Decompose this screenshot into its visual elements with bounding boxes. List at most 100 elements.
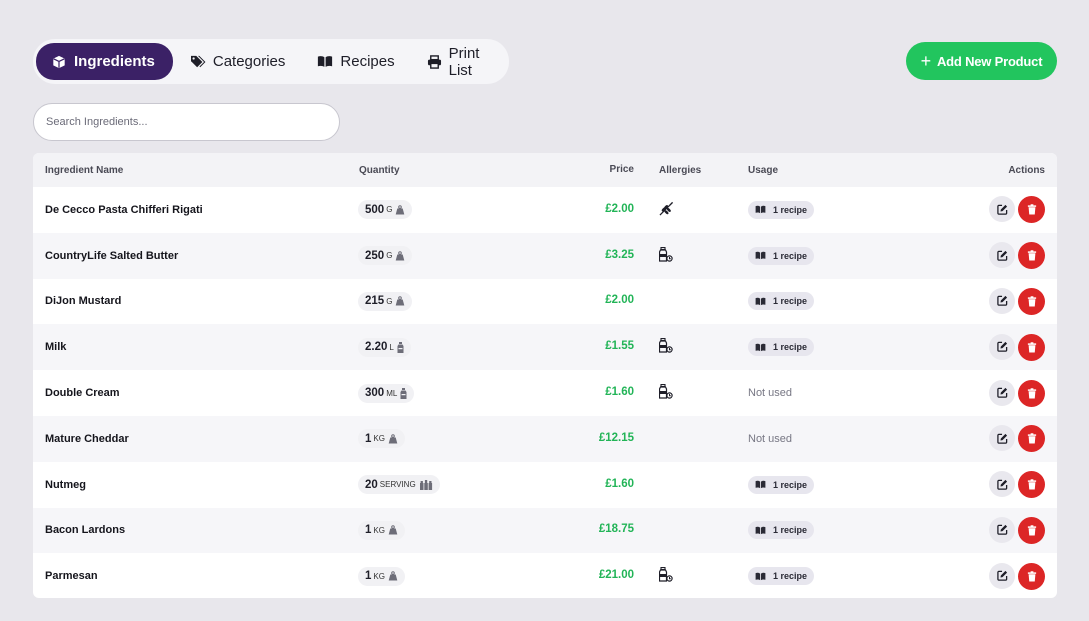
delete-button[interactable] (1018, 425, 1045, 453)
quantity-unit: G (386, 296, 393, 306)
book-icon (755, 480, 766, 489)
usage-badge: 1 recipe (748, 292, 815, 311)
weight-icon (388, 434, 398, 444)
usage-text: 1 recipe (773, 342, 808, 353)
add-button-label: Add New Product (936, 53, 1043, 69)
ingredient-name: Mature Cheddar (45, 432, 129, 445)
edit-button[interactable] (989, 196, 1015, 223)
ingredient-name: Double Cream (45, 387, 120, 400)
usage-text: 1 recipe (773, 296, 808, 307)
tab-categories[interactable]: Categories (174, 43, 302, 80)
trash-icon (1027, 296, 1037, 307)
price-value: £2.00 (605, 202, 634, 215)
table-row: De Cecco Pasta Chifferi Rigati 500 G £2.… (33, 187, 1057, 233)
weight-icon (395, 205, 405, 215)
usage-badge: 1 recipe (748, 475, 815, 494)
book-icon (755, 526, 766, 535)
add-new-product-button[interactable]: + Add New Product (906, 42, 1057, 80)
quantity-value: 500 (365, 203, 385, 216)
edit-icon (996, 387, 1008, 398)
edit-button[interactable] (989, 471, 1015, 498)
allergy-cell (634, 338, 748, 356)
quantity-cell: 2.20 L (346, 337, 634, 357)
usage-cell: 1 recipe (748, 246, 948, 265)
milk-bottle-icon (659, 567, 673, 582)
usage-cell: 1 recipe (748, 475, 948, 494)
edit-button[interactable] (989, 242, 1015, 269)
usage-cell: 1 recipe (748, 200, 948, 219)
book-icon (317, 54, 333, 70)
header-usage: Usage (748, 164, 779, 176)
actions-cell (948, 196, 1057, 224)
edit-button[interactable] (989, 333, 1015, 360)
quantity-badge: 1 KG (358, 566, 405, 586)
edit-icon (996, 250, 1008, 261)
edit-icon (996, 341, 1008, 353)
allergy-cell (634, 567, 748, 585)
edit-button[interactable] (989, 379, 1015, 406)
search-input[interactable] (33, 103, 340, 141)
delete-button[interactable] (1018, 516, 1045, 544)
trash-icon (1027, 571, 1037, 582)
tab-recipes[interactable]: Recipes (301, 43, 410, 80)
edit-button[interactable] (989, 562, 1015, 589)
edit-icon (996, 524, 1008, 536)
quantity-badge: 1 KG (358, 520, 405, 540)
book-icon (755, 297, 766, 306)
allergy-cell (634, 246, 748, 265)
quantity-badge: 2.20 L (358, 337, 411, 357)
price-value: £2.00 (605, 294, 634, 307)
milk-bottle-icon (659, 384, 673, 399)
delete-button[interactable] (1018, 562, 1045, 590)
table-row: CountryLife Salted Butter 250 G £3.25 1 … (33, 232, 1057, 279)
quantity-cell: 215 G (346, 291, 634, 311)
ingredient-name: DiJon Mustard (45, 295, 122, 308)
book-icon (755, 572, 766, 581)
quantity-cell: 1 KG (346, 566, 634, 586)
quantity-unit: L (389, 342, 394, 352)
table-row: Bacon Lardons 1 KG £18.75 1 recipe (33, 507, 1057, 554)
ingredient-name: CountryLife Salted Butter (45, 249, 179, 262)
price-value: £1.60 (605, 386, 634, 399)
trash-icon (1027, 479, 1037, 490)
delete-button[interactable] (1018, 333, 1045, 361)
delete-button[interactable] (1018, 287, 1045, 315)
delete-button[interactable] (1018, 379, 1045, 407)
quantity-value: 2.20 (365, 341, 388, 354)
delete-button[interactable] (1018, 242, 1045, 270)
tab-print-list[interactable]: Print List (411, 43, 506, 80)
price-value: £18.75 (598, 523, 634, 536)
quantity-badge: 20 SERVING (358, 475, 440, 495)
tab-ingredients[interactable]: Ingredients (36, 43, 173, 80)
edit-button[interactable] (989, 516, 1015, 543)
quantity-badge: 250 G (358, 246, 413, 266)
actions-cell (948, 287, 1057, 315)
trash-icon (1027, 204, 1037, 215)
ingredient-name: Parmesan (45, 570, 98, 583)
delete-button[interactable] (1018, 471, 1045, 499)
price-value: £1.60 (605, 477, 634, 490)
wheat-icon (659, 201, 674, 216)
trash-icon (1027, 250, 1037, 261)
usage-badge: 1 recipe (748, 567, 815, 586)
edit-icon (996, 204, 1008, 215)
usage-cell: 1 recipe (748, 338, 948, 357)
edit-icon (996, 295, 1008, 307)
book-icon (755, 205, 766, 214)
usage-badge: 1 recipe (748, 521, 815, 540)
quantity-value: 1 (365, 524, 372, 537)
tab-label: Recipes (340, 53, 395, 70)
actions-cell (948, 379, 1057, 407)
delete-button[interactable] (1018, 196, 1045, 224)
quantity-badge: 500 G (358, 200, 413, 220)
book-icon (755, 251, 766, 260)
price-value: £21.00 (598, 569, 634, 582)
price-value: £1.55 (605, 340, 634, 353)
usage-badge: 1 recipe (748, 246, 815, 265)
allergy-cell (634, 384, 748, 402)
edit-button[interactable] (989, 425, 1015, 452)
edit-button[interactable] (989, 287, 1015, 314)
quantity-value: 1 (365, 570, 372, 583)
quantity-value: 1 (365, 432, 372, 445)
tab-bar: Ingredients Categories Recipes Print Lis… (33, 39, 509, 84)
